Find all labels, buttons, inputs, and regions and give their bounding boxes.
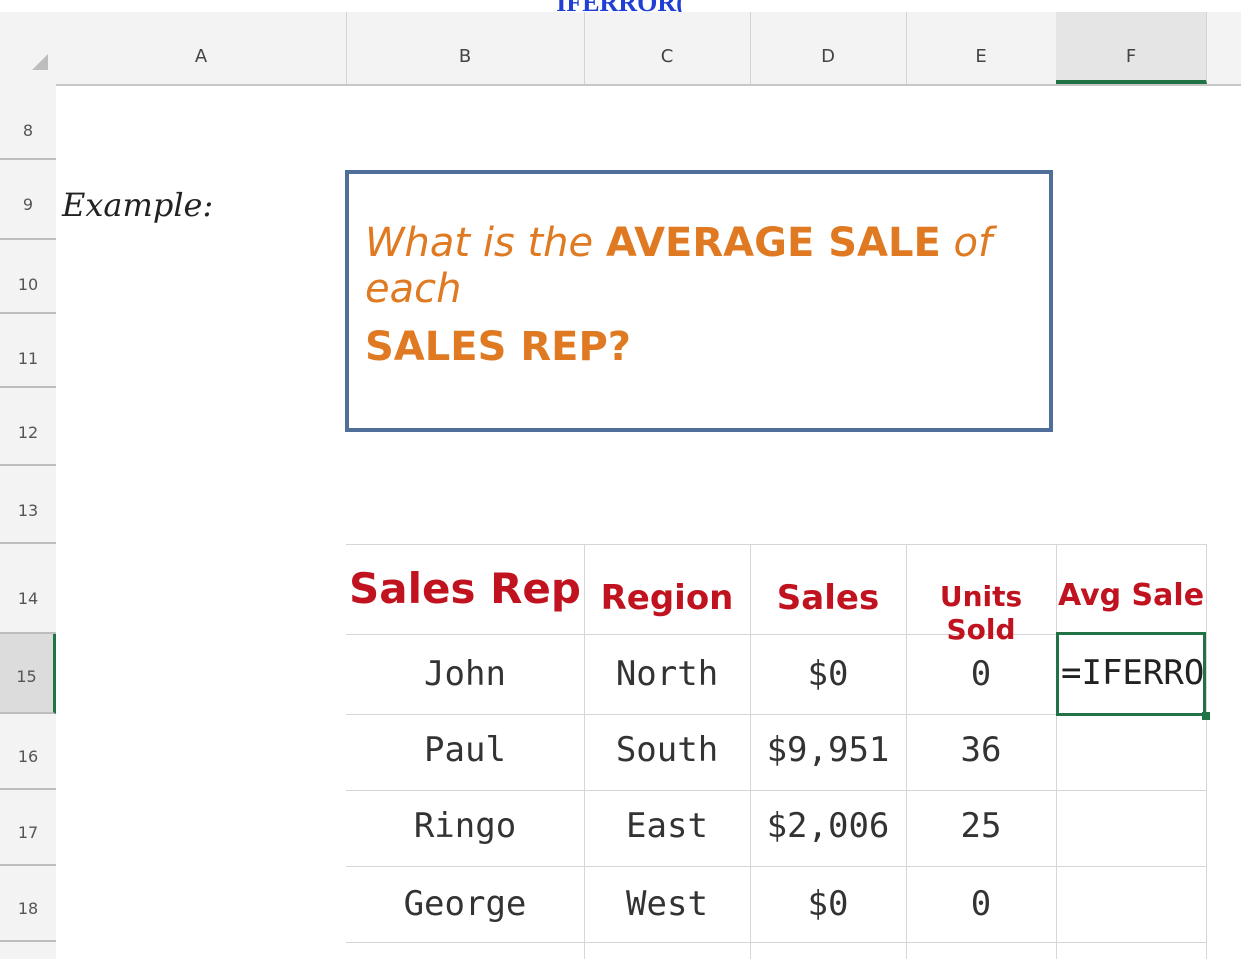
- formula-overlay-text: IFERROR(: [556, 0, 685, 12]
- cell-rep-3[interactable]: Ringo: [346, 806, 584, 846]
- question-line2-bold: SALES REP?: [365, 324, 631, 370]
- row-header-14[interactable]: 14: [0, 544, 56, 634]
- row-header-16[interactable]: 16: [0, 714, 56, 790]
- active-cell-f15[interactable]: =IFERROR(: [1056, 632, 1206, 716]
- cell-sales-4[interactable]: $0: [750, 884, 906, 924]
- question-line1-bold: AVERAGE SALE: [605, 220, 941, 266]
- grid-line-v5: [1206, 544, 1207, 959]
- row-header-8[interactable]: 8: [0, 86, 56, 160]
- row-header-10[interactable]: 10: [0, 240, 56, 314]
- cell-units-4[interactable]: 0: [906, 884, 1056, 924]
- formula-overlay-title: IFERROR(: [0, 0, 1241, 12]
- header-units-sold[interactable]: Units Sold: [906, 580, 1056, 646]
- header-sales[interactable]: Sales: [750, 578, 906, 618]
- grid-line-h5: [346, 866, 1206, 867]
- row-header-15[interactable]: 15: [0, 634, 56, 714]
- question-text-box[interactable]: What is the AVERAGE SALE of each SALES R…: [345, 170, 1053, 432]
- cell-sales-1[interactable]: $0: [750, 654, 906, 694]
- column-header-b[interactable]: B: [346, 12, 585, 84]
- select-all-corner-icon[interactable]: [32, 54, 48, 70]
- cell-units-3[interactable]: 25: [906, 806, 1056, 846]
- grid-line-h4: [346, 790, 1206, 791]
- header-avg-sale[interactable]: Avg Sale: [1056, 578, 1206, 613]
- row-header-12[interactable]: 12: [0, 388, 56, 466]
- column-header-f[interactable]: F: [1056, 12, 1207, 84]
- row-header-9[interactable]: 9: [0, 160, 56, 240]
- column-header-c[interactable]: C: [584, 12, 751, 84]
- row-header-17[interactable]: 17: [0, 790, 56, 866]
- column-header-bar: A B C D E F: [0, 12, 1241, 86]
- cell-rep-4[interactable]: George: [346, 884, 584, 924]
- cell-rep-2[interactable]: Paul: [346, 730, 584, 770]
- cell-region-4[interactable]: West: [584, 884, 750, 924]
- grid-line-h1: [346, 544, 1206, 545]
- column-header-e[interactable]: E: [906, 12, 1057, 84]
- header-sales-rep[interactable]: Sales Rep: [346, 564, 584, 613]
- example-label: Example:: [62, 186, 214, 224]
- cell-sales-3[interactable]: $2,006: [750, 806, 906, 846]
- question-line1-prefix: What is the: [365, 220, 606, 266]
- question-line-1: What is the AVERAGE SALE of each: [365, 220, 1049, 312]
- cell-units-2[interactable]: 36: [906, 730, 1056, 770]
- cell-region-2[interactable]: South: [584, 730, 750, 770]
- cell-units-1[interactable]: 0: [906, 654, 1056, 694]
- fill-handle[interactable]: [1202, 712, 1210, 720]
- row-header-13[interactable]: 13: [0, 466, 56, 544]
- active-cell-formula: =IFERROR(: [1061, 653, 1205, 693]
- question-line-2: SALES REP?: [365, 324, 631, 370]
- cell-region-1[interactable]: North: [584, 654, 750, 694]
- column-header-d[interactable]: D: [750, 12, 907, 84]
- row-header-18[interactable]: 18: [0, 866, 56, 942]
- cell-region-3[interactable]: East: [584, 806, 750, 846]
- row-header-11[interactable]: 11: [0, 314, 56, 388]
- cell-sales-2[interactable]: $9,951: [750, 730, 906, 770]
- header-region[interactable]: Region: [584, 578, 750, 618]
- column-header-a[interactable]: A: [56, 12, 347, 84]
- cell-rep-1[interactable]: John: [346, 654, 584, 694]
- grid-line-h6: [346, 942, 1206, 943]
